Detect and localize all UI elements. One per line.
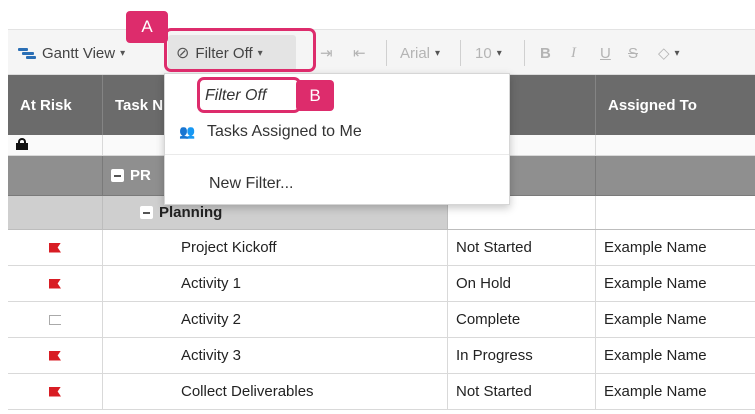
gantt-view-label: Gantt View xyxy=(42,44,116,62)
font-size-select[interactable]: 10 ▾ xyxy=(475,30,502,76)
chevron-down-icon: ▾ xyxy=(120,47,126,59)
assigned-to-cell[interactable]: Example Name xyxy=(596,230,755,265)
table-row[interactable]: Project Kickoff Not Started Example Name xyxy=(8,230,755,266)
table-row[interactable]: Collect Deliverables Not Started Example… xyxy=(8,374,755,410)
task-name-cell[interactable]: Collect Deliverables xyxy=(103,374,448,409)
callout-b-highlight xyxy=(197,77,301,113)
italic-button[interactable]: I xyxy=(571,30,576,76)
status-cell[interactable]: Complete xyxy=(448,302,596,337)
status-cell[interactable]: Not Started xyxy=(448,374,596,409)
gantt-icon xyxy=(18,46,36,60)
toolbar: Gantt View ▾ ⊘ Filter Off ▾ ⇥ ⇤ Arial ▾ … xyxy=(8,29,755,75)
status-cell[interactable]: On Hold xyxy=(448,266,596,301)
chevron-down-icon: ▾ xyxy=(674,47,680,59)
status-cell[interactable]: In Progress xyxy=(448,338,596,373)
collapse-icon[interactable] xyxy=(140,206,153,219)
paint-bucket-icon: ◇ xyxy=(658,45,670,62)
task-name-cell[interactable]: Project Kickoff xyxy=(103,230,448,265)
chevron-down-icon: ▾ xyxy=(435,47,441,59)
flag-outline-icon[interactable] xyxy=(49,314,61,325)
table-row[interactable]: Activity 3 In Progress Example Name xyxy=(8,338,755,374)
callout-b-badge: B xyxy=(296,80,334,111)
project-name: PR xyxy=(130,167,151,184)
font-family-select[interactable]: Arial ▾ xyxy=(400,30,440,76)
menu-item-label: Tasks Assigned to Me xyxy=(207,123,362,140)
chevron-down-icon: ▾ xyxy=(496,47,502,59)
status-cell[interactable]: Not Started xyxy=(448,230,596,265)
fill-color-button[interactable]: ◇ ▾ xyxy=(658,30,680,76)
assigned-to-cell[interactable]: Example Name xyxy=(596,338,755,373)
font-family-value: Arial xyxy=(400,44,431,62)
font-size-value: 10 xyxy=(475,44,492,62)
column-header-at-risk[interactable]: At Risk xyxy=(8,75,103,135)
indent-icon[interactable]: ⇥ xyxy=(320,30,333,76)
gantt-view-button[interactable]: Gantt View ▾ xyxy=(18,30,125,76)
underline-button[interactable]: U xyxy=(600,30,611,76)
task-name-cell[interactable]: Activity 3 xyxy=(103,338,448,373)
bold-button[interactable]: B xyxy=(540,30,551,76)
callout-a-badge: A xyxy=(126,11,168,43)
task-name-cell[interactable]: Activity 1 xyxy=(103,266,448,301)
collapse-icon[interactable] xyxy=(111,169,124,182)
assigned-to-cell[interactable]: Example Name xyxy=(596,302,755,337)
column-header-assigned-to[interactable]: Assigned To xyxy=(596,75,755,135)
strikethrough-button[interactable]: S xyxy=(628,30,638,76)
section-name: Planning xyxy=(159,204,223,221)
callout-a-highlight xyxy=(164,28,316,72)
task-name-cell[interactable]: Activity 2 xyxy=(103,302,448,337)
table-row[interactable]: Activity 2 Complete Example Name xyxy=(8,302,755,338)
assigned-to-cell[interactable]: Example Name xyxy=(596,374,755,409)
flag-icon[interactable] xyxy=(49,242,61,253)
flag-icon[interactable] xyxy=(49,278,61,289)
outdent-icon[interactable]: ⇤ xyxy=(353,30,366,76)
table-row[interactable]: Activity 1 On Hold Example Name xyxy=(8,266,755,302)
people-icon: 👥 xyxy=(179,124,196,139)
menu-item-new-filter[interactable]: New Filter... xyxy=(165,168,509,200)
assigned-to-cell[interactable]: Example Name xyxy=(596,266,755,301)
menu-divider xyxy=(165,154,509,155)
flag-icon[interactable] xyxy=(49,350,61,361)
flag-icon[interactable] xyxy=(49,386,61,397)
menu-item-tasks-assigned-to-me[interactable]: 👥 Tasks Assigned to Me xyxy=(165,116,509,148)
